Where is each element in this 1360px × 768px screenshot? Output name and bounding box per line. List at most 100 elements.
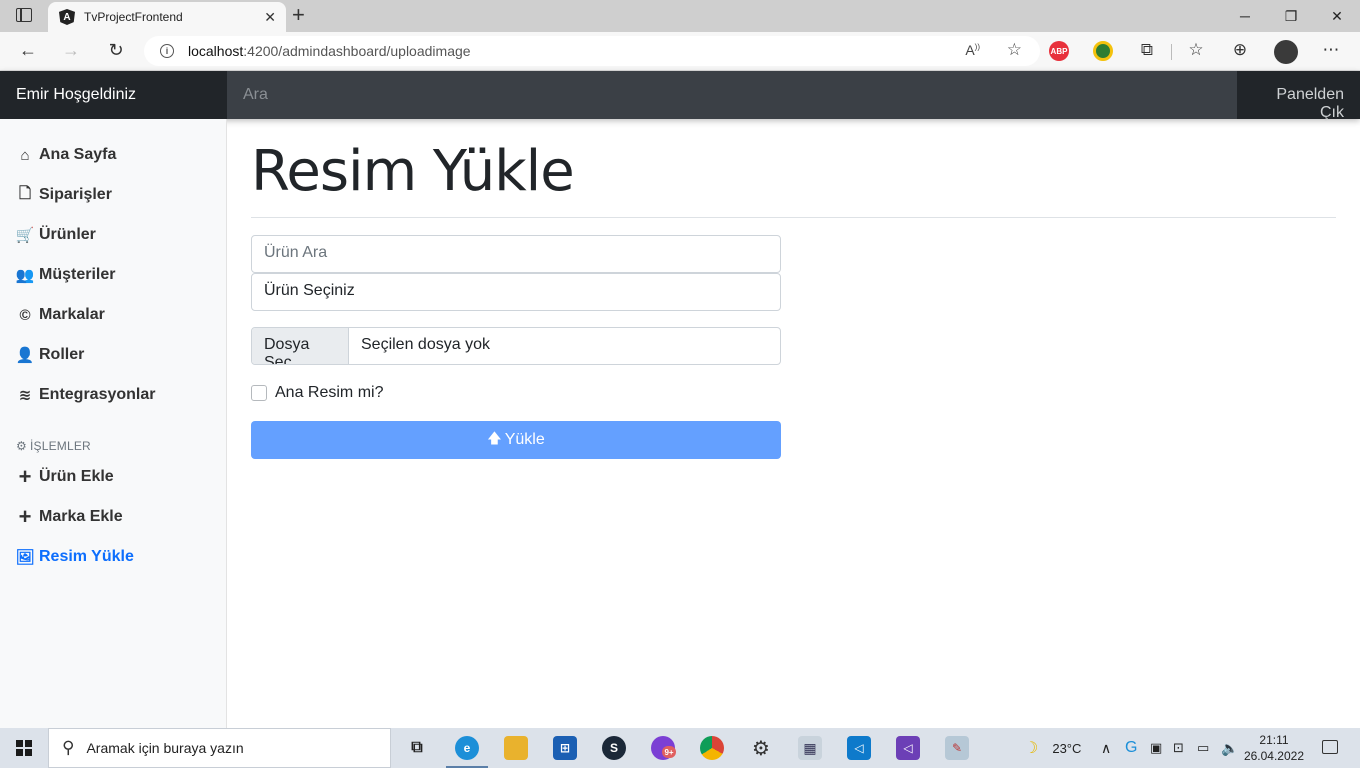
forward-icon[interactable]: →: [59, 40, 83, 61]
sidebar: ⌂ Ana Sayfa 🗋 Siparişler 🛒 Ürünler 👥 Müş…: [0, 119, 227, 728]
edge-icon[interactable]: e: [455, 736, 479, 760]
visual-studio-icon[interactable]: ◁: [896, 736, 920, 760]
page-title: Resim Yükle: [251, 139, 575, 204]
toolbar-divider: [1171, 44, 1172, 60]
angular-favicon-icon: A: [59, 9, 75, 25]
microsoft-store-icon[interactable]: ⊞: [553, 736, 577, 760]
copyright-icon: ©: [19, 306, 31, 324]
weather-temp: 23°C: [1052, 740, 1082, 756]
home-icon: ⌂: [20, 146, 30, 164]
sidebar-item-label: Ürünler: [39, 226, 96, 243]
paint-icon[interactable]: ✎: [945, 736, 969, 760]
site-info-icon[interactable]: i: [160, 44, 174, 58]
tray-chevron-icon[interactable]: ∧: [1101, 728, 1111, 768]
main-image-checkbox-row[interactable]: Ana Resim mi?: [251, 384, 383, 402]
windows-taskbar: ⚲ Aramak için buraya yazın ⧉ e ⊞ S 9+ ⚙ …: [0, 728, 1360, 768]
task-view-icon[interactable]: ⧉: [405, 736, 429, 760]
close-window-icon[interactable]: ✕: [1314, 0, 1360, 32]
sidebar-item-products[interactable]: 🛒 Ürünler: [16, 223, 96, 247]
shopping-cart-icon: 🛒: [15, 227, 35, 244]
onedrive-icon[interactable]: G: [1125, 728, 1137, 768]
clock-date: 26.04.2022: [1243, 749, 1304, 763]
windows-logo-icon: [16, 740, 32, 756]
browser-tab[interactable]: A TvProjectFrontend ✕: [48, 2, 286, 32]
volume-icon[interactable]: 🔈: [1221, 728, 1238, 768]
upload-button[interactable]: 🡅 Yükle: [251, 421, 781, 459]
settings-icon[interactable]: ⚙: [749, 736, 773, 760]
sidebar-item-label: Ana Sayfa: [39, 146, 117, 163]
notifications-icon[interactable]: [1322, 740, 1338, 754]
sidebar-item-add-product[interactable]: + Ürün Ekle: [16, 464, 114, 489]
taskbar-clock[interactable]: 21:11 26.04.2022: [1244, 732, 1304, 764]
sidebar-item-label: Entegrasyonlar: [39, 386, 156, 403]
main-content: Resim Yükle Ürün Ara Ürün Seçiniz Dosya …: [227, 119, 1360, 728]
network-icon[interactable]: ▭: [1197, 728, 1209, 768]
sidebar-item-label: Marka Ekle: [39, 508, 123, 525]
signout-link[interactable]: Panelden Çık: [1237, 71, 1360, 121]
upload-button-label: Yükle: [504, 431, 545, 448]
weather-moon-icon: ☽: [1024, 740, 1039, 757]
back-icon[interactable]: ←: [16, 40, 40, 61]
start-button[interactable]: [0, 728, 48, 768]
sidebar-item-label: Markalar: [39, 306, 105, 323]
file-icon: 🗋: [18, 184, 32, 202]
adblock-plus-icon[interactable]: ABP: [1049, 41, 1069, 61]
camera-icon[interactable]: ▣: [1150, 728, 1162, 768]
photos-icon[interactable]: ▦: [798, 736, 822, 760]
sidebar-item-brands[interactable]: © Markalar: [16, 303, 105, 327]
cogs-icon: ⚙: [16, 439, 27, 453]
collections-icon[interactable]: ⊕: [1229, 40, 1251, 60]
favorites-icon[interactable]: ☆: [1185, 40, 1207, 60]
browser-tab-bar: A TvProjectFrontend ✕ + ─ ❐ ✕: [0, 0, 1360, 32]
clock-time: 21:11: [1259, 733, 1289, 747]
add-favorite-icon[interactable]: ☆: [1007, 40, 1022, 60]
extension-globe-icon[interactable]: [1093, 41, 1113, 61]
profile-avatar[interactable]: [1274, 40, 1298, 64]
more-menu-icon[interactable]: ⋯: [1320, 40, 1342, 60]
url-text: localhost:4200/admindashboard/uploadimag…: [188, 43, 471, 59]
navbar-search-input[interactable]: Ara: [227, 71, 1237, 119]
product-search-input[interactable]: Ürün Ara: [251, 235, 781, 273]
main-image-checkbox-label: Ana Resim mi?: [275, 384, 384, 401]
sidebar-item-home[interactable]: ⌂ Ana Sayfa: [16, 143, 116, 167]
sidebar-item-label: Müşteriler: [39, 266, 116, 283]
choose-file-button[interactable]: Dosya Seç: [252, 328, 349, 364]
sidebar-item-customers[interactable]: 👥 Müşteriler: [15, 263, 116, 287]
new-tab-icon[interactable]: +: [292, 4, 305, 26]
users-icon: 👥: [15, 267, 35, 284]
user-lock-icon: 👤: [15, 347, 35, 364]
sidebar-item-label: Ürün Ekle: [39, 468, 114, 485]
minimize-icon[interactable]: ─: [1222, 0, 1268, 32]
restore-icon[interactable]: ❐: [1268, 0, 1314, 32]
extensions-icon[interactable]: ⧉: [1136, 40, 1158, 60]
main-image-checkbox[interactable]: [251, 385, 267, 401]
title-divider: [251, 217, 1336, 218]
vscode-icon[interactable]: ◁: [847, 736, 871, 760]
security-icon[interactable]: ⊡: [1173, 728, 1184, 768]
brand-greeting[interactable]: Emir Hoşgeldiniz: [0, 71, 227, 119]
file-status-text: Seçilen dosya yok: [361, 336, 490, 353]
read-aloud-icon[interactable]: A)): [965, 42, 980, 58]
taskbar-search-input[interactable]: ⚲ Aramak için buraya yazın: [48, 728, 391, 768]
sidebar-item-add-brand[interactable]: + Marka Ekle: [16, 504, 123, 529]
layers-icon: ≋: [18, 387, 32, 404]
chrome-icon[interactable]: [700, 736, 724, 760]
tab-close-icon[interactable]: ✕: [264, 9, 276, 26]
file-input[interactable]: Dosya Seç Seçilen dosya yok: [251, 327, 781, 365]
sidebar-item-orders[interactable]: 🗋 Siparişler: [16, 183, 112, 207]
file-explorer-icon[interactable]: [504, 736, 528, 760]
weather-widget[interactable]: ☽ 23°C: [1024, 728, 1081, 768]
sidebar-section-heading: ⚙ İŞLEMLER: [16, 439, 91, 453]
product-select[interactable]: Ürün Seçiniz: [251, 273, 781, 311]
sidebar-item-integrations[interactable]: ≋ Entegrasyonlar: [16, 383, 156, 407]
sidebar-item-roles[interactable]: 👤 Roller: [15, 343, 85, 367]
sidebar-item-label: Roller: [39, 346, 85, 363]
steam-icon[interactable]: S: [602, 736, 626, 760]
sidebar-item-upload-image[interactable]: 🖼 Resim Yükle: [15, 545, 133, 569]
search-icon: ⚲: [62, 738, 75, 757]
vertical-tabs-icon[interactable]: [16, 8, 32, 22]
sidebar-item-label: Siparişler: [39, 186, 112, 203]
plus-icon: +: [18, 464, 32, 489]
refresh-icon[interactable]: ↻: [104, 40, 128, 61]
address-bar[interactable]: i localhost:4200/admindashboard/uploadim…: [144, 36, 1040, 66]
